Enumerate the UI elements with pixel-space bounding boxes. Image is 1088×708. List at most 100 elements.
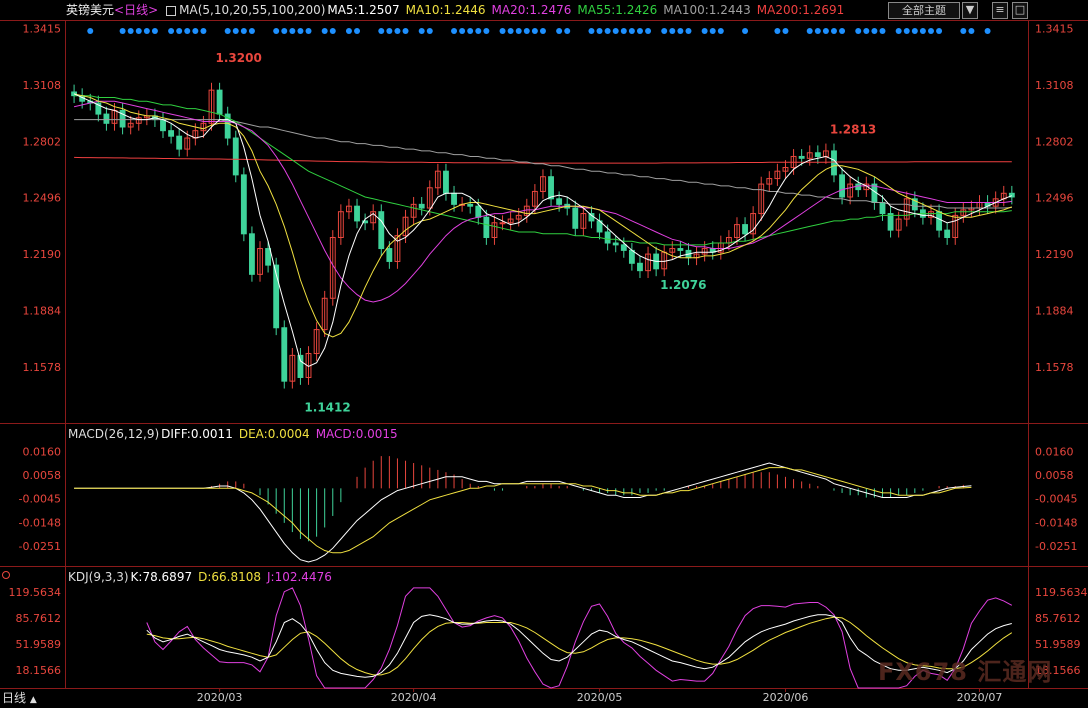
event-marker — [669, 28, 676, 34]
candle-body — [944, 229, 951, 238]
event-marker — [426, 28, 433, 34]
event-marker — [564, 28, 571, 34]
event-marker — [329, 28, 336, 34]
period-selector[interactable]: 日线 ▲ — [2, 690, 37, 708]
candle-body — [677, 248, 684, 251]
price-tick-left: 1.3108 — [23, 79, 62, 92]
event-marker — [248, 28, 255, 34]
candle-body — [556, 198, 563, 205]
candle-body — [176, 135, 183, 150]
macd-tick-right: -0.0251 — [1035, 540, 1077, 553]
kdj-tick-right: 51.9589 — [1035, 638, 1081, 651]
watermark-logo: FX678 汇通网 — [878, 658, 1053, 686]
price-tick-left: 1.2190 — [23, 248, 62, 261]
date-label: 2020/03 — [197, 691, 243, 704]
candle-body — [386, 248, 393, 262]
event-marker — [232, 28, 239, 34]
candle-body — [588, 213, 595, 222]
candle-body — [620, 244, 627, 251]
event-marker — [895, 28, 902, 34]
event-marker — [588, 28, 595, 34]
candle-body — [378, 211, 385, 250]
event-marker — [499, 28, 506, 34]
candle-body — [839, 174, 845, 198]
event-marker — [911, 28, 918, 34]
candle-body — [240, 174, 247, 235]
event-marker — [677, 28, 684, 34]
macd-tick-left: -0.0148 — [19, 516, 61, 529]
event-marker — [354, 28, 361, 34]
event-marker — [685, 28, 692, 34]
event-marker — [774, 28, 781, 34]
candle-body — [418, 203, 425, 209]
candle-body — [451, 192, 457, 205]
date-label: 2020/05 — [577, 691, 623, 704]
event-marker — [151, 28, 158, 34]
event-marker — [418, 28, 425, 34]
event-marker — [184, 28, 191, 34]
kdj-tick-left: 51.9589 — [16, 638, 62, 651]
candle-body — [572, 207, 579, 229]
price-tick-right: 1.3108 — [1035, 79, 1074, 92]
candle-body — [936, 211, 943, 231]
candle-body — [612, 242, 619, 246]
event-marker — [628, 28, 635, 34]
candle-body — [879, 202, 886, 215]
kdj-tick-left: 85.7612 — [16, 612, 62, 625]
ma200-line — [74, 156, 1012, 164]
macd-tick-left: -0.0251 — [19, 540, 61, 553]
macd-tick-right: 0.0160 — [1035, 446, 1074, 459]
chart-canvas[interactable]: 1.3415 1.3415 1.3108 1.3108 1.2802 1.2802 1.24… — [0, 0, 1088, 706]
event-marker — [119, 28, 126, 34]
price-tick-right: 1.1884 — [1035, 304, 1074, 317]
event-marker — [871, 28, 878, 34]
event-marker — [879, 28, 886, 34]
event-marker — [483, 28, 490, 34]
event-marker — [467, 28, 474, 34]
kdj-tick-left: 119.5634 — [9, 586, 62, 599]
event-marker — [661, 28, 668, 34]
event-marker — [224, 28, 231, 34]
macd-tick-left: 0.0160 — [23, 446, 62, 459]
price-annotation: 1.2076 — [660, 278, 706, 292]
candle-body — [831, 150, 837, 176]
event-marker — [386, 28, 393, 34]
event-marker — [273, 28, 280, 34]
candle-body — [628, 249, 635, 264]
price-tick-right: 1.2496 — [1035, 192, 1074, 205]
macd-tick-right: -0.0148 — [1035, 516, 1077, 529]
event-marker — [240, 28, 247, 34]
candle-body — [103, 113, 110, 124]
event-marker — [556, 28, 563, 34]
event-marker — [701, 28, 708, 34]
candle-body — [637, 262, 643, 272]
candle-body — [249, 233, 255, 275]
event-marker — [281, 28, 288, 34]
event-marker — [305, 28, 312, 34]
event-marker — [297, 28, 304, 34]
event-marker — [459, 28, 466, 34]
candle-body — [855, 183, 862, 191]
event-marker — [402, 28, 409, 34]
event-marker — [176, 28, 183, 34]
event-marker — [822, 28, 829, 34]
event-marker — [968, 28, 975, 34]
event-marker — [636, 28, 643, 34]
event-marker — [984, 28, 991, 34]
event-marker — [539, 28, 546, 34]
date-label: 2020/06 — [763, 691, 809, 704]
event-marker — [200, 28, 207, 34]
candle-body — [499, 222, 506, 225]
candle-body — [354, 205, 360, 222]
price-tick-left: 1.2802 — [23, 135, 62, 148]
event-marker — [903, 28, 910, 34]
event-marker — [143, 28, 150, 34]
candle-body — [548, 176, 554, 200]
price-annotation: 1.1412 — [304, 400, 350, 414]
candle-body — [443, 170, 449, 194]
candle-body — [297, 354, 304, 378]
event-marker — [378, 28, 385, 34]
event-marker — [863, 28, 870, 34]
candle-body — [604, 231, 611, 244]
event-marker — [742, 28, 749, 34]
